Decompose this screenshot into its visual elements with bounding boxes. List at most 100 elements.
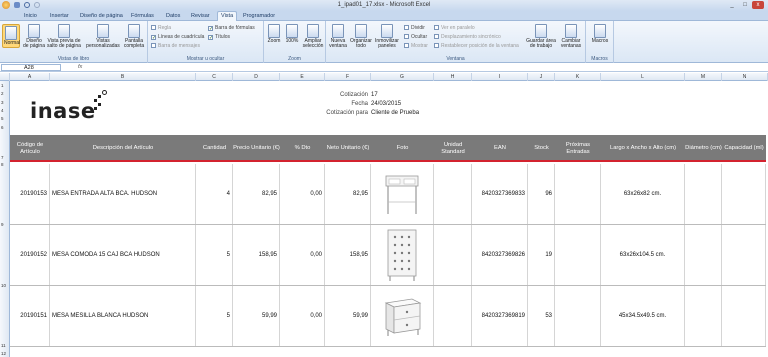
switch-windows-button[interactable]: Cambiar ventanas — [558, 24, 584, 49]
cell-neto[interactable]: 82,95 — [325, 164, 371, 224]
column-header[interactable]: D — [233, 73, 280, 81]
cell-descripcion[interactable]: MESA MESILLA BLANCA HUDSON — [50, 286, 196, 346]
tab-programador[interactable]: Programador — [243, 13, 275, 19]
worksheet[interactable]: inase Cotización 17 Fecha 24/03/2015 Cot… — [10, 81, 768, 357]
row-header[interactable]: 12 — [0, 351, 9, 356]
name-box[interactable]: A28 — [1, 64, 61, 71]
cell-unidad[interactable] — [434, 164, 472, 224]
headings-checkbox[interactable]: ✓ Títulos — [208, 34, 230, 41]
cell-capacidad[interactable] — [722, 286, 766, 346]
close-button[interactable]: x — [752, 1, 764, 9]
tab-revisar[interactable]: Revisar — [191, 13, 210, 19]
cell-precio[interactable]: 82,95 — [233, 164, 280, 224]
cell-unidad[interactable] — [434, 286, 472, 346]
cell-ean[interactable]: 8420327369819 — [472, 286, 528, 346]
cell-foto[interactable] — [371, 225, 434, 285]
cell-foto[interactable] — [371, 286, 434, 346]
cell-cantidad[interactable]: 5 — [196, 225, 233, 285]
cell-proximas[interactable] — [555, 164, 601, 224]
cell-proximas[interactable] — [555, 286, 601, 346]
column-header[interactable]: K — [555, 73, 601, 81]
formula-bar-checkbox[interactable]: ✓ Barra de fórmulas — [208, 25, 255, 32]
column-header-corner[interactable] — [0, 73, 10, 81]
tab-datos[interactable]: Datos — [166, 13, 180, 19]
cell-precio[interactable]: 59,99 — [233, 286, 280, 346]
row-header[interactable]: 11 — [0, 343, 9, 348]
cell-dto[interactable]: 0,00 — [280, 225, 325, 285]
gridlines-checkbox[interactable]: ✓ Líneas de cuadrícula — [151, 34, 204, 41]
cell-cantidad[interactable]: 5 — [196, 286, 233, 346]
formula-input[interactable] — [90, 64, 766, 71]
cell-dto[interactable]: 0,00 — [280, 164, 325, 224]
cell-capacidad[interactable] — [722, 225, 766, 285]
cell-medidas[interactable]: 63x26x82 cm. — [601, 164, 685, 224]
cell-diametro[interactable] — [685, 225, 722, 285]
fx-icon[interactable]: fx — [78, 64, 82, 70]
row-header[interactable]: 10 — [0, 283, 9, 288]
cell-stock[interactable]: 53 — [528, 286, 555, 346]
cell-medidas[interactable]: 45x34.5x49.5 cm. — [601, 286, 685, 346]
cell-stock[interactable]: 19 — [528, 225, 555, 285]
tab-diseno-pagina[interactable]: Diseño de página — [80, 13, 123, 19]
side-by-side-button[interactable]: Ver en paralelo — [434, 25, 475, 31]
macros-button[interactable]: Macros — [589, 24, 611, 44]
cell-descripcion[interactable]: MESA ENTRADA ALTA BCA. HUDSON — [50, 164, 196, 224]
cell-dto[interactable]: 0,00 — [280, 286, 325, 346]
cell-precio[interactable]: 158,95 — [233, 225, 280, 285]
cell-capacidad[interactable] — [722, 164, 766, 224]
cell-medidas[interactable]: 63x26x104.5 cm. — [601, 225, 685, 285]
minimize-button[interactable]: _ — [726, 1, 738, 9]
column-header[interactable]: A — [10, 73, 50, 81]
cell-codigo[interactable]: 20190153 — [10, 164, 50, 224]
freeze-panes-button[interactable]: Inmovilizar paneles — [374, 24, 400, 49]
row-header[interactable]: 4 — [0, 108, 9, 113]
row-header[interactable]: 5 — [0, 116, 9, 121]
save-workspace-button[interactable]: Guardar área de trabajo — [526, 24, 556, 49]
custom-views-button[interactable]: Vistas personalizadas — [86, 24, 120, 49]
cell-neto[interactable]: 59,99 — [325, 286, 371, 346]
cell-ean[interactable]: 8420327369826 — [472, 225, 528, 285]
column-header[interactable]: N — [722, 73, 768, 81]
zoom-100-button[interactable]: 100% — [284, 24, 300, 44]
cell-stock[interactable]: 96 — [528, 164, 555, 224]
reset-position-button[interactable]: Restablecer posición de la ventana — [434, 43, 519, 49]
row-header[interactable]: 7 — [0, 155, 9, 160]
sync-scroll-button[interactable]: Desplazamiento sincrónico — [434, 34, 501, 40]
column-header[interactable]: F — [325, 73, 371, 81]
column-header[interactable]: L — [601, 73, 685, 81]
column-header[interactable]: G — [371, 73, 434, 81]
tab-vista[interactable]: Vista — [217, 11, 238, 21]
split-button[interactable]: Dividir — [404, 25, 425, 31]
cell-diametro[interactable] — [685, 286, 722, 346]
row-header[interactable]: 1 — [0, 83, 9, 88]
column-header[interactable]: I — [472, 73, 528, 81]
maximize-button[interactable]: □ — [739, 1, 751, 9]
normal-view-button[interactable]: Normal — [2, 24, 20, 48]
column-header[interactable]: C — [196, 73, 233, 81]
unhide-button[interactable]: Mostrar — [404, 43, 428, 49]
cell-cantidad[interactable]: 4 — [196, 164, 233, 224]
cell-codigo[interactable]: 20190151 — [10, 286, 50, 346]
row-header[interactable]: 2 — [0, 91, 9, 96]
column-header[interactable]: M — [685, 73, 722, 81]
cell-foto[interactable] — [371, 164, 434, 224]
tab-formulas[interactable]: Fórmulas — [131, 13, 154, 19]
page-layout-view-button[interactable]: Diseño de página — [23, 24, 45, 49]
arrange-all-button[interactable]: Organizar todo — [350, 24, 372, 49]
message-bar-checkbox[interactable]: Barra de mensajes — [151, 43, 200, 49]
row-header[interactable]: 3 — [0, 100, 9, 105]
ruler-checkbox[interactable]: Regla — [151, 25, 171, 31]
row-header[interactable]: 6 — [0, 125, 9, 130]
full-screen-button[interactable]: Pantalla completa — [122, 24, 146, 49]
cell-unidad[interactable] — [434, 225, 472, 285]
tab-insertar[interactable]: Insertar — [50, 13, 69, 19]
page-break-preview-button[interactable]: Vista previa de salto de página — [47, 24, 81, 49]
zoom-button[interactable]: Zoom — [266, 24, 282, 44]
cell-ean[interactable]: 8420327369833 — [472, 164, 528, 224]
hide-button[interactable]: Ocultar — [404, 34, 427, 40]
cell-proximas[interactable] — [555, 225, 601, 285]
cell-codigo[interactable]: 20190152 — [10, 225, 50, 285]
cell-diametro[interactable] — [685, 164, 722, 224]
new-window-button[interactable]: Nueva ventana — [328, 24, 348, 49]
tab-inicio[interactable]: Inicio — [24, 13, 37, 19]
